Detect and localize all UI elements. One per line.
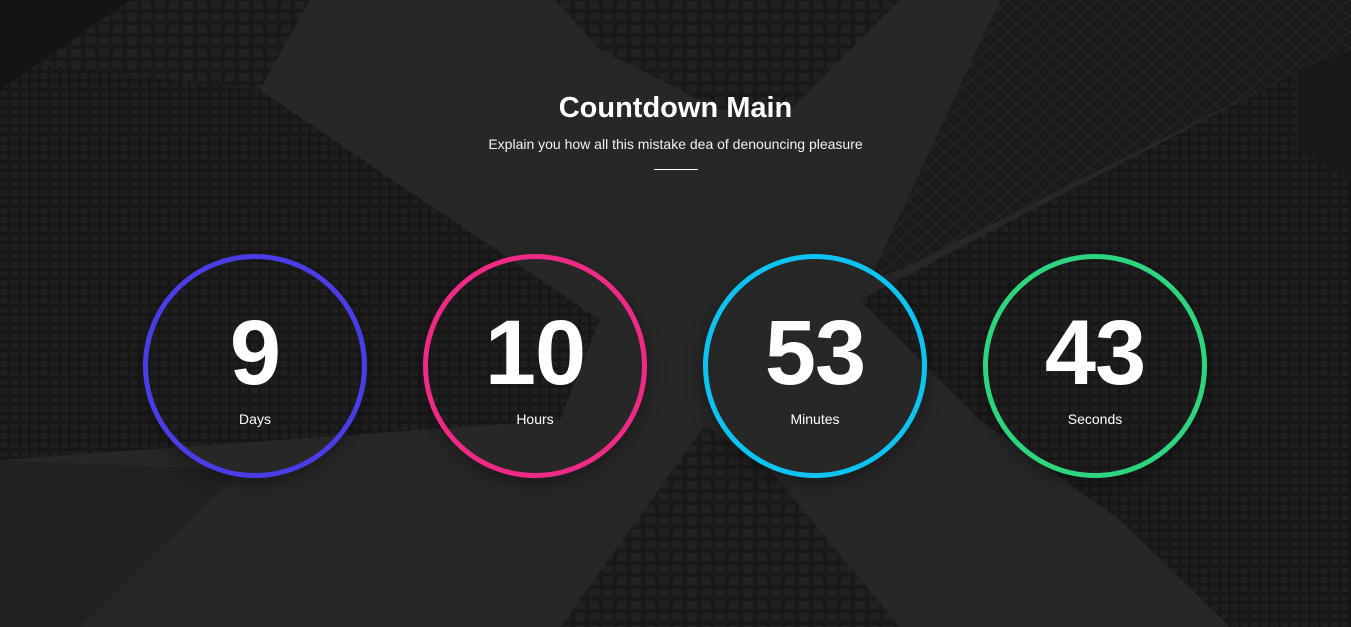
countdown-days-circle: 9 Days xyxy=(143,254,367,478)
hours-label: Hours xyxy=(516,411,554,427)
minutes-value: 53 xyxy=(764,302,866,404)
section-subtitle: Explain you how all this mistake dea of … xyxy=(488,136,863,152)
countdown-content: Countdown Main Explain you how all this … xyxy=(0,0,1351,627)
seconds-value: 43 xyxy=(1044,302,1146,404)
seconds-label: Seconds xyxy=(1067,411,1123,427)
minutes-label: Minutes xyxy=(790,411,840,427)
hours-value: 10 xyxy=(484,302,586,404)
countdown-minutes-circle: 53 Minutes xyxy=(703,254,927,478)
title-divider xyxy=(654,169,698,170)
days-value: 9 xyxy=(229,302,281,404)
countdown-seconds-circle: 43 Seconds xyxy=(983,254,1207,478)
countdown-hours-circle: 10 Hours xyxy=(423,254,647,478)
countdown-section: Countdown Main Explain you how all this … xyxy=(0,0,1351,627)
section-title: Countdown Main xyxy=(558,92,793,124)
days-label: Days xyxy=(239,411,271,427)
